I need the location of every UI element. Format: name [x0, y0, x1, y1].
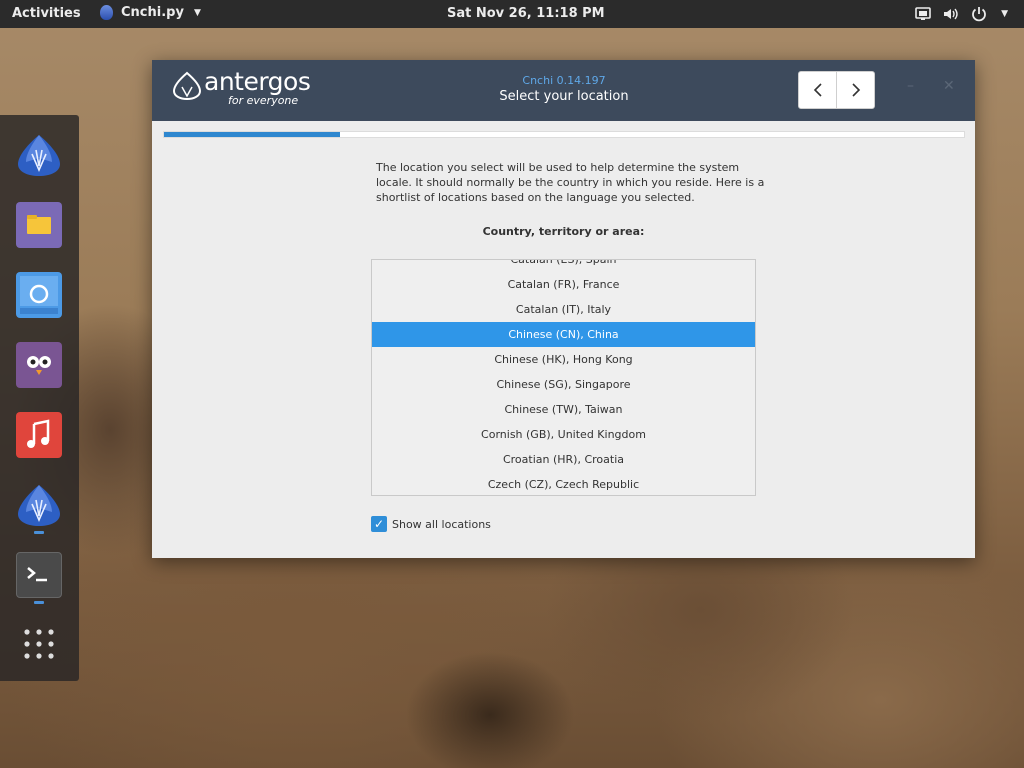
- list-item[interactable]: Catalan (FR), France: [372, 272, 755, 297]
- show-all-checkbox[interactable]: ✓: [371, 516, 387, 532]
- forward-button[interactable]: [836, 71, 875, 109]
- list-item[interactable]: Croatian (HR), Croatia: [372, 447, 755, 472]
- pidgin-icon[interactable]: [16, 342, 62, 388]
- close-icon[interactable]: ✕: [943, 78, 955, 94]
- network-icon[interactable]: [915, 7, 931, 21]
- chromium-icon[interactable]: [16, 272, 62, 318]
- location-list-heading: Country, territory or area:: [482, 225, 645, 238]
- list-item[interactable]: Chinese (HK), Hong Kong: [372, 347, 755, 372]
- header-titles: Cnchi 0.14.197 Select your location: [414, 74, 714, 104]
- antergos-installer-icon[interactable]: [16, 132, 62, 178]
- cnchi-installer-window: antergos for everyone Cnchi 0.14.197 Sel…: [152, 60, 975, 558]
- chevron-right-icon: [851, 83, 860, 97]
- location-list[interactable]: Catalan (ES), Spain Catalan (FR), France…: [371, 259, 756, 496]
- app-version: Cnchi 0.14.197: [522, 74, 606, 87]
- show-all-label: Show all locations: [392, 517, 491, 531]
- activities-button[interactable]: Activities: [12, 6, 81, 21]
- clock[interactable]: Sat Nov 26, 11:18 PM: [447, 6, 605, 21]
- antergos-logo-icon: [172, 71, 202, 101]
- install-progress-bar: [163, 131, 965, 138]
- show-applications-icon[interactable]: [16, 621, 62, 667]
- list-item[interactable]: Czech (CZ), Czech Republic: [372, 472, 755, 495]
- location-description: The location you select will be used to …: [376, 161, 765, 204]
- show-all-locations-option[interactable]: ✓ Show all locations: [371, 516, 491, 532]
- chevron-down-icon: ▼: [193, 7, 201, 18]
- files-icon[interactable]: [16, 202, 62, 248]
- list-item[interactable]: Chinese (SG), Singapore: [372, 372, 755, 397]
- app-menu[interactable]: Cnchi.py ▼: [100, 5, 201, 20]
- list-item[interactable]: Chinese (TW), Taiwan: [372, 397, 755, 422]
- minimize-icon[interactable]: –: [907, 78, 914, 94]
- antergos-app-icon: [100, 5, 113, 20]
- window-header: antergos for everyone Cnchi 0.14.197 Sel…: [152, 60, 975, 121]
- chevron-down-icon[interactable]: ▼: [1001, 9, 1008, 19]
- top-bar: Activities Cnchi.py ▼ Sat Nov 26, 11:18 …: [0, 0, 1024, 28]
- logo-tagline: for everyone: [228, 94, 299, 107]
- app-menu-label: Cnchi.py: [121, 5, 184, 20]
- step-title: Select your location: [499, 89, 629, 104]
- terminal-icon[interactable]: [16, 552, 62, 598]
- list-item[interactable]: Catalan (ES), Spain: [372, 260, 755, 272]
- back-button[interactable]: [798, 71, 837, 109]
- list-item[interactable]: Catalan (IT), Italy: [372, 297, 755, 322]
- volume-icon[interactable]: [943, 7, 959, 21]
- running-indicator: [34, 531, 44, 534]
- dock: [0, 115, 79, 681]
- progress-fill: [164, 132, 340, 137]
- chevron-left-icon: [813, 83, 822, 97]
- power-icon[interactable]: [971, 6, 987, 22]
- list-item[interactable]: Cornish (GB), United Kingdom: [372, 422, 755, 447]
- list-item[interactable]: Chinese (CN), China: [372, 322, 755, 347]
- antergos-installer-running-icon[interactable]: [16, 482, 62, 528]
- running-indicator: [34, 601, 44, 604]
- logo-brand-text: antergos: [204, 67, 311, 96]
- music-icon[interactable]: [16, 412, 62, 458]
- system-tray[interactable]: ▼: [915, 6, 1008, 22]
